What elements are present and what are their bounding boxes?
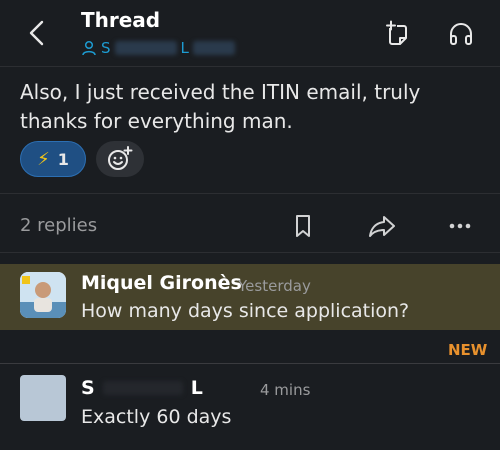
header-divider	[0, 66, 500, 67]
avatar-image	[20, 272, 66, 318]
thread-header	[0, 0, 500, 66]
avatar[interactable]	[20, 272, 66, 318]
author-name-first: S	[81, 377, 95, 399]
reply-text: Exactly 60 days	[81, 406, 232, 428]
person-icon	[82, 40, 96, 56]
page-title: Thread	[81, 8, 161, 32]
channel-name-first: S	[101, 39, 111, 57]
chevron-left-icon[interactable]	[24, 18, 50, 48]
more-icon[interactable]	[446, 214, 474, 238]
add-reaction-icon	[108, 146, 133, 170]
new-badge: NEW	[448, 341, 488, 359]
headphones-icon[interactable]	[447, 20, 475, 48]
share-icon[interactable]	[368, 214, 396, 238]
channel-name-last: L	[180, 39, 189, 57]
add-reaction-button[interactable]	[96, 141, 144, 177]
reply-author[interactable]: S L	[81, 377, 203, 399]
lightning-icon: ⚡	[37, 148, 50, 170]
redacted-text	[192, 41, 235, 55]
channel-link[interactable]: S L	[81, 38, 235, 58]
redacted-text	[114, 41, 177, 55]
reply-count: 2 replies	[20, 215, 98, 236]
new-note-icon[interactable]	[384, 20, 412, 48]
reply-timestamp: Yesterday	[238, 277, 311, 295]
section-divider	[0, 193, 500, 194]
section-divider	[0, 252, 500, 253]
reaction-count: 1	[57, 149, 69, 169]
bookmark-icon[interactable]	[292, 214, 314, 238]
author-name-last: L	[190, 377, 203, 399]
message-text: Also, I just received the ITIN email, tr…	[20, 80, 421, 133]
redacted-text	[102, 381, 183, 395]
reply-timestamp: 4 mins	[260, 381, 311, 399]
reaction-pill[interactable]: ⚡ 1	[20, 141, 86, 177]
reply-author[interactable]: Miquel Gironès	[81, 272, 242, 294]
avatar[interactable]	[20, 375, 66, 421]
new-divider	[0, 363, 500, 364]
reply-text: How many days since application?	[81, 300, 410, 322]
